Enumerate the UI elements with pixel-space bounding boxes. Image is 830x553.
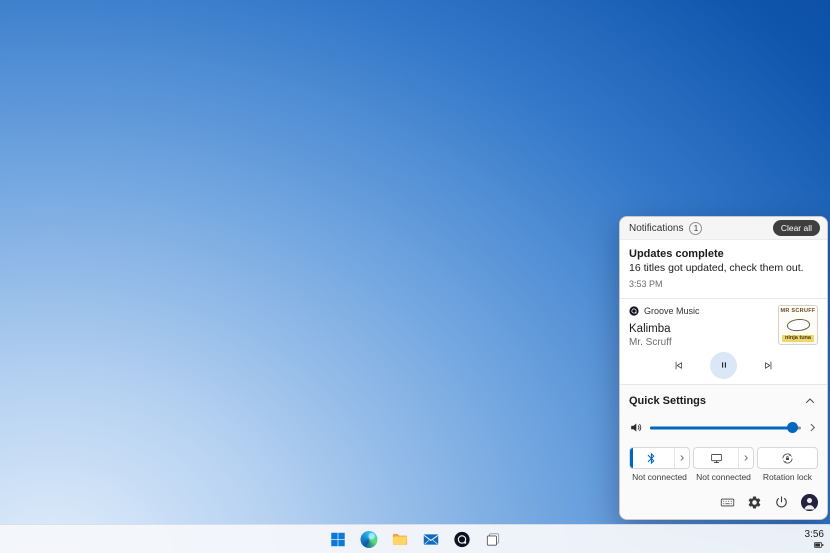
bluetooth-icon [630,448,674,468]
edge-browser-icon [360,531,377,548]
connect-tile-group: Not connected [693,447,754,482]
album-art-artist-text: MR SCRUFF [780,309,815,315]
bluetooth-tile-group: Not connected [629,447,690,482]
notification-card[interactable]: Updates complete 16 titles got updated, … [620,240,827,298]
media-app-name: Groove Music [644,306,700,316]
keyboard-icon [720,495,735,510]
settings-button[interactable] [747,495,762,510]
gear-icon [747,495,762,510]
notifications-count-badge: 1 [689,222,702,235]
desktop: Notifications 1 Clear all Updates comple… [0,0,830,553]
album-art-illustration [786,317,810,331]
battery-status-icon[interactable] [814,541,824,549]
rotation-lock-tile-group: Rotation lock [757,447,818,482]
chevron-right-icon [678,454,686,462]
bluetooth-tile[interactable] [629,447,690,469]
volume-expand-button[interactable] [807,422,818,433]
media-controls [629,351,818,379]
taskbar: 3:56 [0,524,830,553]
quick-settings-section: Quick Settings [620,385,827,519]
previous-icon [672,359,685,372]
album-art: MR SCRUFF ninja tuna [778,305,818,345]
touch-keyboard-button[interactable] [720,495,735,510]
user-avatar[interactable] [801,494,818,511]
notification-time: 3:53 PM [629,279,818,289]
rotation-lock-tile[interactable] [757,447,818,469]
clear-all-button[interactable]: Clear all [773,220,820,237]
album-art-title-text: ninja tuna [782,335,814,343]
volume-row [629,420,818,435]
chevron-up-icon [804,395,816,407]
power-icon [774,495,789,510]
user-icon [801,494,818,511]
pause-button[interactable] [710,352,737,379]
pause-icon [718,359,730,371]
chevron-right-icon [807,422,818,433]
notifications-title: Notifications [629,223,683,234]
next-track-button[interactable] [762,359,775,372]
speaker-icon [629,420,644,435]
connect-expand-button[interactable] [738,448,753,468]
start-button[interactable] [327,528,349,550]
next-icon [762,359,775,372]
folder-icon [391,531,408,548]
power-button[interactable] [774,495,789,510]
notification-title: Updates complete [629,248,818,260]
volume-slider[interactable] [650,422,801,434]
connect-tile[interactable] [693,447,754,469]
volume-slider-fill [650,426,793,429]
notification-center-panel: Notifications 1 Clear all Updates comple… [619,216,828,520]
notifications-header: Notifications 1 Clear all [620,217,827,240]
taskbar-groove-button[interactable] [451,528,473,550]
quick-settings-title: Quick Settings [629,395,706,407]
mail-icon [422,531,439,548]
media-player-card: Groove Music Kalimba Mr. Scruff MR SCRUF… [620,299,827,384]
taskbar-clock[interactable]: 3:56 [805,529,824,540]
connect-tile-label: Not connected [693,473,754,482]
taskbar-mail-button[interactable] [420,528,442,550]
task-view-button[interactable] [482,528,504,550]
rotation-lock-tile-label: Rotation lock [757,473,818,482]
taskbar-file-explorer-button[interactable] [389,528,411,550]
bluetooth-active-indicator [630,448,633,468]
bluetooth-expand-button[interactable] [674,448,689,468]
groove-music-app-icon [629,306,639,316]
task-view-icon [484,531,501,548]
notification-body: 16 titles got updated, check them out. [629,262,818,274]
quick-settings-tiles: Not connected Not connected [629,447,818,482]
taskbar-edge-button[interactable] [358,528,380,550]
taskbar-system-area: 3:56 [805,525,824,553]
quick-settings-footer [629,494,818,511]
windows-logo-icon [329,531,346,548]
rotation-lock-icon [758,448,817,468]
bluetooth-tile-label: Not connected [629,473,690,482]
quick-settings-header: Quick Settings [629,393,818,409]
taskbar-center-apps [327,525,504,553]
chevron-right-icon [742,454,750,462]
groove-music-icon [453,531,470,548]
volume-slider-thumb[interactable] [787,422,798,433]
collapse-quick-settings-button[interactable] [802,393,818,409]
display-connect-icon [694,448,738,468]
previous-track-button[interactable] [672,359,685,372]
